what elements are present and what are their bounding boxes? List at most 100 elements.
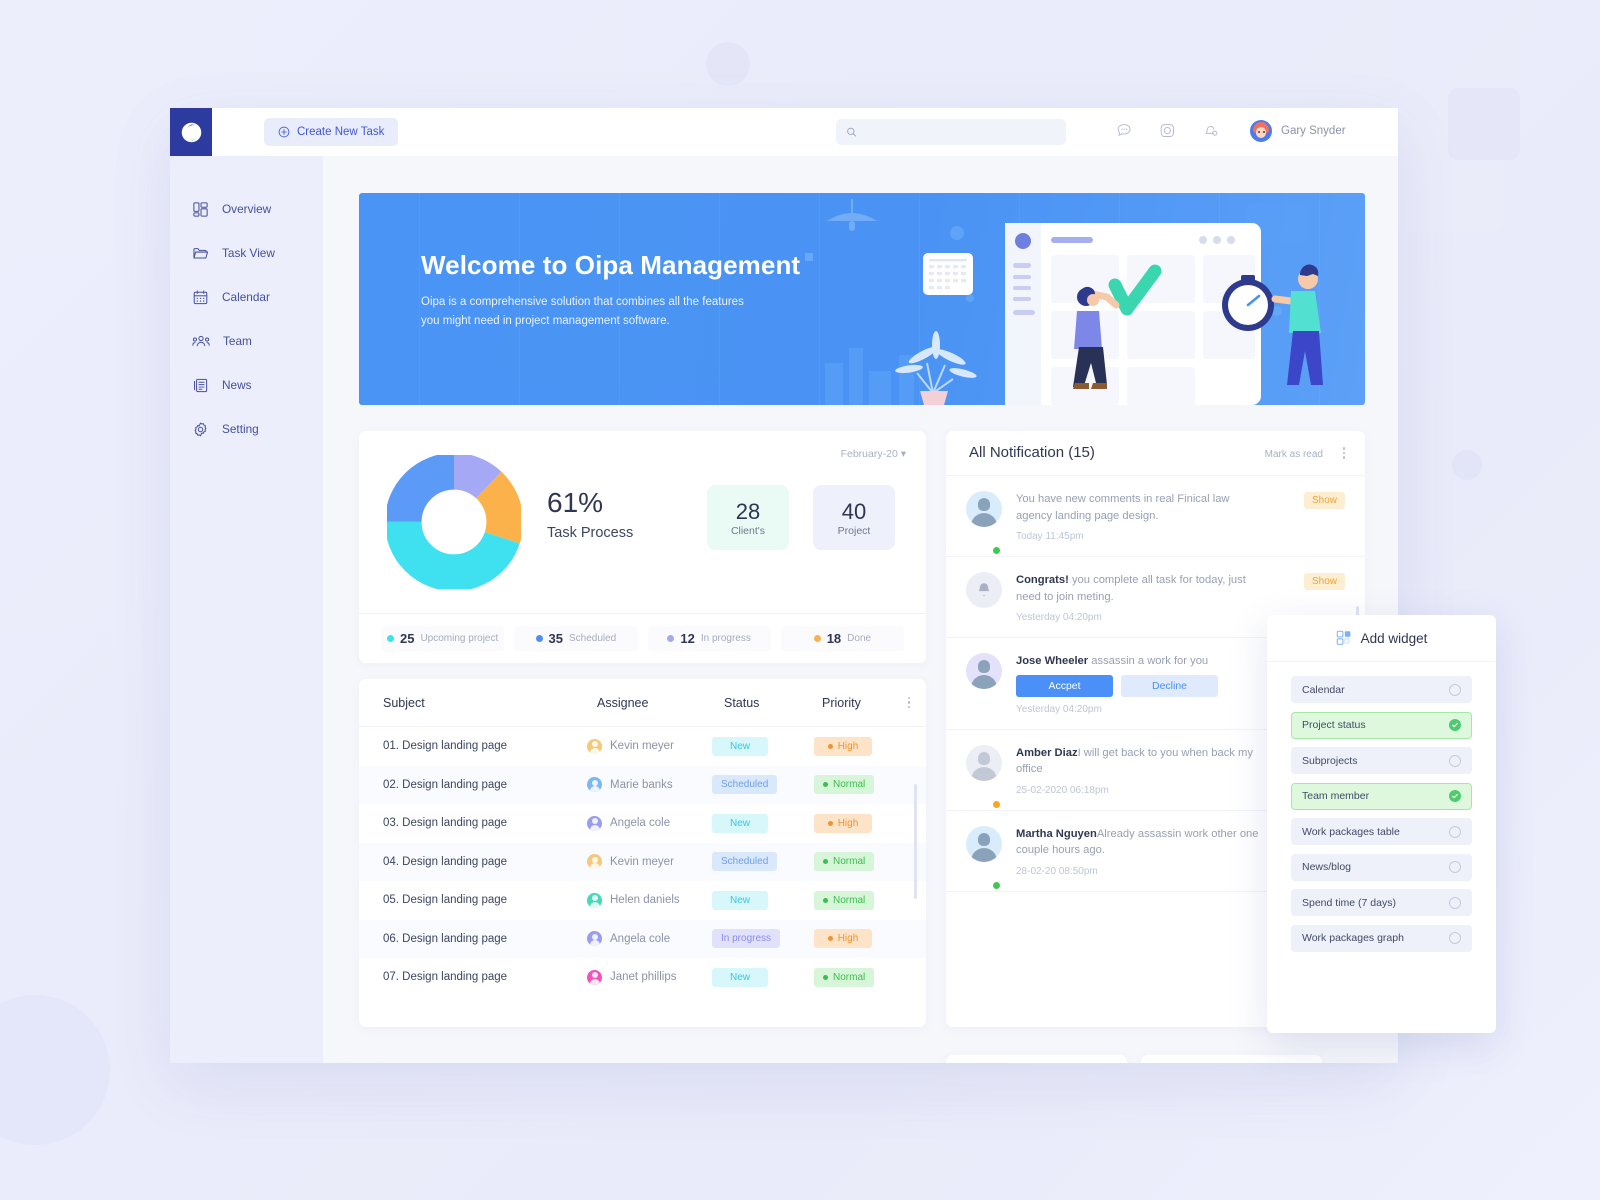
- sidebar-item-team[interactable]: Team: [170, 319, 323, 363]
- create-new-task-button[interactable]: Create New Task: [264, 118, 399, 146]
- check-icon[interactable]: [1449, 790, 1461, 802]
- priority-badge: Normal: [814, 890, 875, 910]
- sidebar: Overview Task View Calendar Team News Se…: [170, 156, 323, 1063]
- radio-icon[interactable]: [1449, 932, 1461, 944]
- table-row[interactable]: 04. Design landing page Kevin meyer Schedu…: [359, 842, 926, 881]
- legend-item: 18 Done: [780, 626, 904, 651]
- legend-item: 25 Upcoming project: [381, 626, 505, 651]
- bell-icon[interactable]: [1201, 121, 1220, 140]
- widget-option[interactable]: Calendar: [1291, 676, 1472, 703]
- radio-icon[interactable]: [1449, 896, 1461, 909]
- team-header: +3 D 0: [1141, 1055, 1322, 1063]
- background-circle-right: [1452, 450, 1482, 480]
- accept-button[interactable]: Accpet: [1016, 674, 1113, 697]
- priority-label: High: [837, 817, 859, 829]
- widget-option[interactable]: Team member: [1291, 782, 1472, 810]
- status-badge: Scheduled: [712, 775, 778, 795]
- main-content: Welcome to Oipa Management Oipa is a com…: [323, 156, 1398, 1063]
- avatar: [587, 854, 602, 870]
- task-assignee: Marie banks: [587, 777, 673, 793]
- decline-button[interactable]: Decline: [1121, 674, 1218, 697]
- table-row[interactable]: 05. Design landing page Helen daniels New N…: [359, 881, 926, 920]
- team-card-designer: +5 Designer team 15 member Add Member: [946, 1055, 1127, 1063]
- widget-option[interactable]: Subprojects: [1291, 747, 1472, 774]
- avatar: [587, 815, 602, 831]
- user-profile[interactable]: Gary Snyder: [1250, 120, 1346, 142]
- news-icon: [194, 378, 208, 392]
- task-subject: 01. Design landing page: [383, 740, 508, 753]
- people-icon: [192, 335, 210, 346]
- widget-option[interactable]: Work packages table: [1291, 818, 1472, 845]
- avatar: [587, 892, 602, 908]
- priority-label: High: [837, 740, 859, 752]
- assignee-name: Marie banks: [610, 778, 673, 791]
- sidebar-item-calendar[interactable]: Calendar: [170, 275, 323, 319]
- notification-header: All Notification (15) Mark as read: [946, 431, 1365, 476]
- legend-value: 18: [826, 631, 842, 646]
- table-options-button[interactable]: [907, 696, 910, 709]
- dashboard-icon: [193, 201, 208, 217]
- column-header-status: Status: [724, 695, 760, 710]
- legend-value: 35: [548, 631, 563, 646]
- show-button[interactable]: Show: [1303, 492, 1345, 509]
- table-row[interactable]: 03. Design landing page Angela cole New Hig…: [359, 804, 926, 843]
- top-bar: Create New Task Gary Snyder: [170, 108, 1398, 156]
- table-row[interactable]: 01. Design landing page Kevin meyer New Hig…: [359, 727, 926, 766]
- status-badge: New: [712, 890, 768, 910]
- avatar: [587, 931, 602, 947]
- assignee-name: Helen daniels: [610, 894, 680, 907]
- table-row[interactable]: 07. Design landing page Janet phillips New…: [359, 958, 926, 997]
- task-subject: 02. Design landing page: [383, 778, 508, 791]
- legend-label: In progress: [700, 633, 751, 644]
- camera-icon[interactable]: [1158, 121, 1177, 140]
- sidebar-item-label: News: [222, 378, 252, 392]
- notification-item[interactable]: You have new comments in real Finical la…: [946, 476, 1365, 557]
- month-selector[interactable]: February-20 ▾: [841, 448, 906, 460]
- task-subject: 05. Design landing page: [383, 894, 508, 907]
- widget-option[interactable]: Work packages graph: [1291, 924, 1472, 952]
- notification-time: Today 11:45pm: [1016, 531, 1084, 542]
- sidebar-item-label: Setting: [222, 422, 259, 436]
- search-input[interactable]: [863, 126, 1056, 138]
- widget-option[interactable]: News/blog: [1291, 853, 1472, 881]
- legend-value: 25: [399, 631, 415, 646]
- month-selector-label: February-20: [840, 448, 898, 460]
- notification-bold-text: Jose Wheeler: [1016, 655, 1089, 667]
- widget-option-label: Calendar: [1302, 683, 1345, 696]
- hero-subtitle-line2: you might need in project management sof…: [421, 315, 670, 327]
- widget-option[interactable]: Project status: [1291, 711, 1472, 739]
- radio-icon[interactable]: [1449, 754, 1461, 767]
- sidebar-item-task-view[interactable]: Task View: [170, 231, 323, 275]
- widget-option[interactable]: Spend time (7 days): [1291, 889, 1472, 916]
- task-subject: 07. Design landing page: [383, 971, 508, 984]
- assignee-name: Kevin meyer: [610, 855, 674, 868]
- notification-options-button[interactable]: [1342, 447, 1345, 459]
- avatar: [966, 825, 1002, 862]
- chat-icon[interactable]: [1115, 121, 1134, 140]
- hero-subtitle: Oipa is a comprehensive solution that co…: [421, 293, 744, 331]
- radio-icon[interactable]: [1449, 683, 1461, 696]
- table-row[interactable]: 06. Design landing page Angela cole In pro…: [359, 919, 926, 958]
- table-scrollbar[interactable]: [914, 784, 917, 899]
- radio-icon[interactable]: [1449, 825, 1461, 838]
- priority-label: High: [837, 933, 859, 945]
- notification-text: Amber DiazI will get back to you when ba…: [1016, 745, 1268, 778]
- radio-icon[interactable]: [1449, 861, 1461, 873]
- sidebar-item-label: Overview: [222, 202, 272, 216]
- avatar: [966, 744, 1002, 781]
- avatar: [587, 777, 602, 793]
- check-icon[interactable]: [1449, 719, 1461, 731]
- widget-option-label: Spend time (7 days): [1302, 896, 1396, 909]
- search-box[interactable]: [836, 119, 1066, 145]
- app-logo[interactable]: [170, 108, 212, 156]
- widget-option-label: Project status: [1302, 719, 1366, 731]
- sidebar-item-setting[interactable]: Setting: [170, 407, 323, 451]
- sidebar-item-overview[interactable]: Overview: [170, 187, 323, 231]
- task-assignee: Janet phillips: [587, 969, 676, 985]
- table-row[interactable]: 02. Design landing page Marie banks Schedu…: [359, 765, 926, 804]
- show-button[interactable]: Show: [1303, 573, 1345, 590]
- sidebar-item-news[interactable]: News: [170, 363, 323, 407]
- kpi-label: Client's: [730, 524, 766, 537]
- mark-as-read-button[interactable]: Mark as read: [1265, 449, 1323, 460]
- folder-icon: [193, 247, 209, 259]
